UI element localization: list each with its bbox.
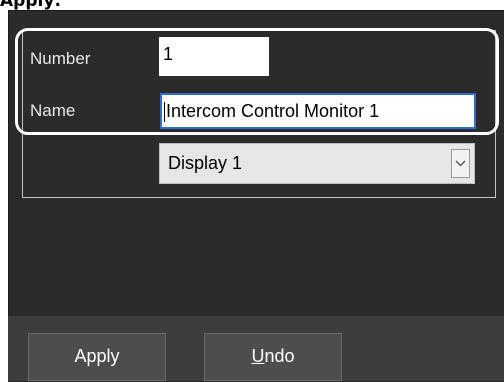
- apply-button[interactable]: Apply: [28, 333, 166, 381]
- undo-label-rest: ndo: [264, 346, 295, 366]
- chevron-down-icon[interactable]: [451, 149, 470, 178]
- undo-mnemonic: U: [251, 346, 265, 366]
- undo-button[interactable]: Undo: [204, 333, 342, 381]
- display-select-value: Display 1: [168, 153, 243, 173]
- display-select[interactable]: Display 1: [159, 143, 475, 184]
- highlight-callout: [15, 28, 499, 135]
